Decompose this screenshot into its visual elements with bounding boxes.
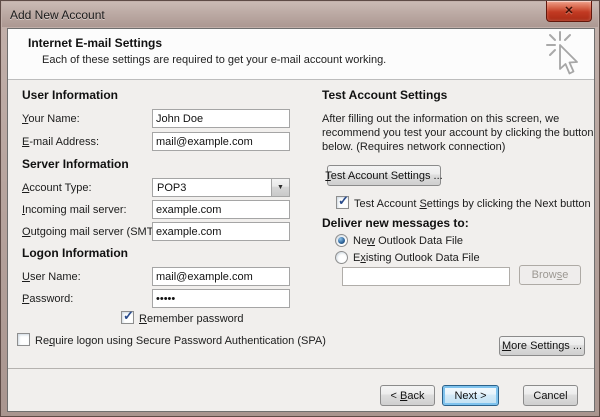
page-title: Internet E-mail Settings xyxy=(28,36,162,50)
incoming-server-label: Incoming mail server: xyxy=(22,204,127,216)
dialog-header: Internet E-mail Settings Each of these s… xyxy=(8,29,594,80)
dialog-footer: < Back Next > Cancel xyxy=(8,368,594,411)
your-name-label: Your Name: xyxy=(22,113,80,125)
back-button[interactable]: < Back xyxy=(380,385,435,406)
account-type-value: POP3 xyxy=(157,182,186,194)
new-outlook-data-file-label[interactable]: New Outlook Data File xyxy=(353,235,463,247)
window-title: Add New Account xyxy=(10,8,105,22)
outgoing-server-label: Outgoing mail server (SMTP): xyxy=(22,226,168,238)
check-icon: ✓ xyxy=(123,308,134,324)
existing-outlook-data-file-label[interactable]: Existing Outlook Data File xyxy=(353,252,480,264)
password-input[interactable] xyxy=(152,289,290,308)
page-subtitle: Each of these settings are required to g… xyxy=(42,54,386,66)
user-name-input[interactable] xyxy=(152,267,290,286)
data-file-path-input[interactable] xyxy=(342,267,510,286)
sparkle-cursor-icon xyxy=(546,31,586,77)
spa-label[interactable]: Require logon using Secure Password Auth… xyxy=(35,335,326,347)
test-next-checkbox-label[interactable]: Test Account Settings by clicking the Ne… xyxy=(354,198,591,210)
cancel-button[interactable]: Cancel xyxy=(523,385,578,406)
close-button[interactable]: ✕ xyxy=(546,1,592,22)
remember-password-checkbox[interactable]: ✓ xyxy=(121,311,134,324)
combo-dropdown-button[interactable]: ▼ xyxy=(271,179,289,196)
dialog-body: Internet E-mail Settings Each of these s… xyxy=(7,28,595,412)
add-new-account-dialog: Add New Account ✕ Internet E-mail Settin… xyxy=(0,0,600,417)
incoming-server-input[interactable] xyxy=(152,200,290,219)
your-name-input[interactable] xyxy=(152,109,290,128)
deliver-heading: Deliver new messages to: xyxy=(322,216,469,230)
logon-information-heading: Logon Information xyxy=(22,246,128,260)
existing-outlook-data-file-radio[interactable] xyxy=(335,251,348,264)
check-icon: ✓ xyxy=(338,193,349,209)
server-information-heading: Server Information xyxy=(22,157,129,171)
test-account-settings-description: After filling out the information on thi… xyxy=(322,112,600,154)
more-settings-button[interactable]: More Settings ... xyxy=(499,336,585,356)
email-address-label: E-mail Address: xyxy=(22,136,99,148)
test-account-settings-heading: Test Account Settings xyxy=(322,88,447,102)
next-button[interactable]: Next > xyxy=(442,385,499,406)
titlebar[interactable]: Add New Account xyxy=(2,2,598,27)
chevron-down-icon: ▼ xyxy=(277,184,284,191)
outgoing-server-input[interactable] xyxy=(152,222,290,241)
test-account-settings-button[interactable]: Test Account Settings ... xyxy=(327,165,441,186)
remember-password-label[interactable]: Remember password xyxy=(139,313,244,325)
email-address-input[interactable] xyxy=(152,132,290,151)
dialog-content: User Information Your Name: E-mail Addre… xyxy=(8,80,594,368)
account-type-select[interactable]: POP3 ▼ xyxy=(152,178,290,197)
new-outlook-data-file-radio[interactable] xyxy=(335,234,348,247)
spa-checkbox[interactable] xyxy=(17,333,30,346)
test-next-checkbox[interactable]: ✓ xyxy=(336,196,349,209)
user-information-heading: User Information xyxy=(22,88,118,102)
user-name-label: User Name: xyxy=(22,271,81,283)
password-label: Password: xyxy=(22,293,73,305)
browse-button[interactable]: Browse xyxy=(519,265,581,285)
close-icon: ✕ xyxy=(564,6,573,17)
account-type-label: Account Type: xyxy=(22,182,92,194)
